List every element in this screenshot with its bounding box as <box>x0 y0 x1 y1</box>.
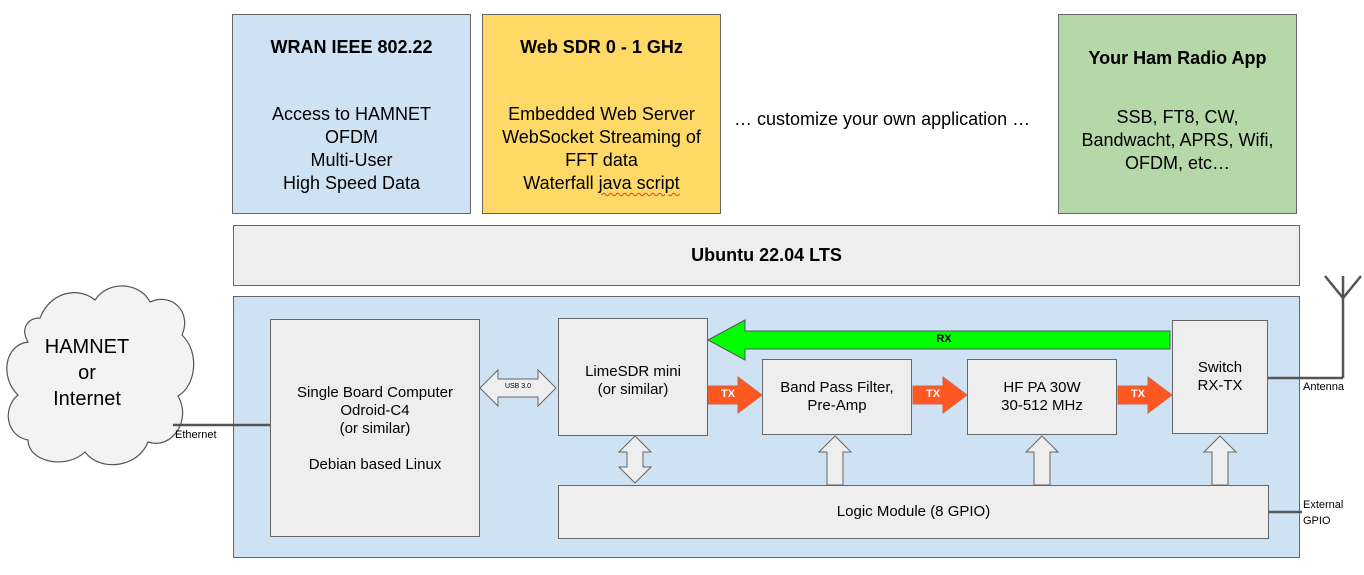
external-gpio-label-1: External <box>1303 499 1344 511</box>
limesdr-logic-double-arrow <box>617 435 653 484</box>
logic-to-pa-arrow <box>1024 435 1060 486</box>
bpf-line: Pre-Amp <box>807 397 867 414</box>
pa-block: HF PA 30W 30-512 MHz <box>967 359 1117 435</box>
switch-line: RX-TX <box>1197 377 1243 394</box>
switch-block: Switch RX-TX <box>1172 320 1268 434</box>
logic-to-switch-arrow <box>1202 435 1238 486</box>
bpf-line: Band Pass Filter, <box>780 379 894 396</box>
limesdr-line: LimeSDR mini <box>585 363 681 380</box>
pa-line: HF PA 30W <box>1003 379 1081 396</box>
tx-label: TX <box>925 388 941 400</box>
limesdr-block: LimeSDR mini (or similar) <box>558 318 708 436</box>
limesdr-line: (or similar) <box>597 381 669 398</box>
logic-block: Logic Module (8 GPIO) <box>558 485 1269 539</box>
rx-label: RX <box>936 333 952 345</box>
cloud-line: HAMNET <box>44 336 130 358</box>
tx-label: TX <box>1130 388 1146 400</box>
sbc-line: Odroid-C4 <box>340 402 410 419</box>
sbc-line: Single Board Computer <box>297 384 453 401</box>
sbc-line: (or similar) <box>339 420 411 437</box>
bpf-block: Band Pass Filter, Pre-Amp <box>762 359 912 435</box>
usb-label: USB 3.0 <box>504 383 532 390</box>
sbc-block: Single Board Computer Odroid-C4 (or simi… <box>270 319 480 537</box>
sbc-line: Debian based Linux <box>308 456 442 473</box>
external-gpio-label-2: GPIO <box>1303 515 1331 527</box>
antenna-label: Antenna <box>1303 381 1344 393</box>
pa-line: 30-512 MHz <box>1001 397 1083 414</box>
cloud-label: HAMNET or Internet <box>27 334 147 412</box>
cloud-line: or <box>78 362 96 384</box>
tx-label: TX <box>720 388 736 400</box>
switch-line: Switch <box>1197 359 1243 376</box>
logic-label: Logic Module (8 GPIO) <box>836 503 991 520</box>
logic-to-bpf-arrow <box>817 435 853 486</box>
cloud-line: Internet <box>53 388 121 410</box>
ethernet-label: Ethernet <box>175 429 217 441</box>
